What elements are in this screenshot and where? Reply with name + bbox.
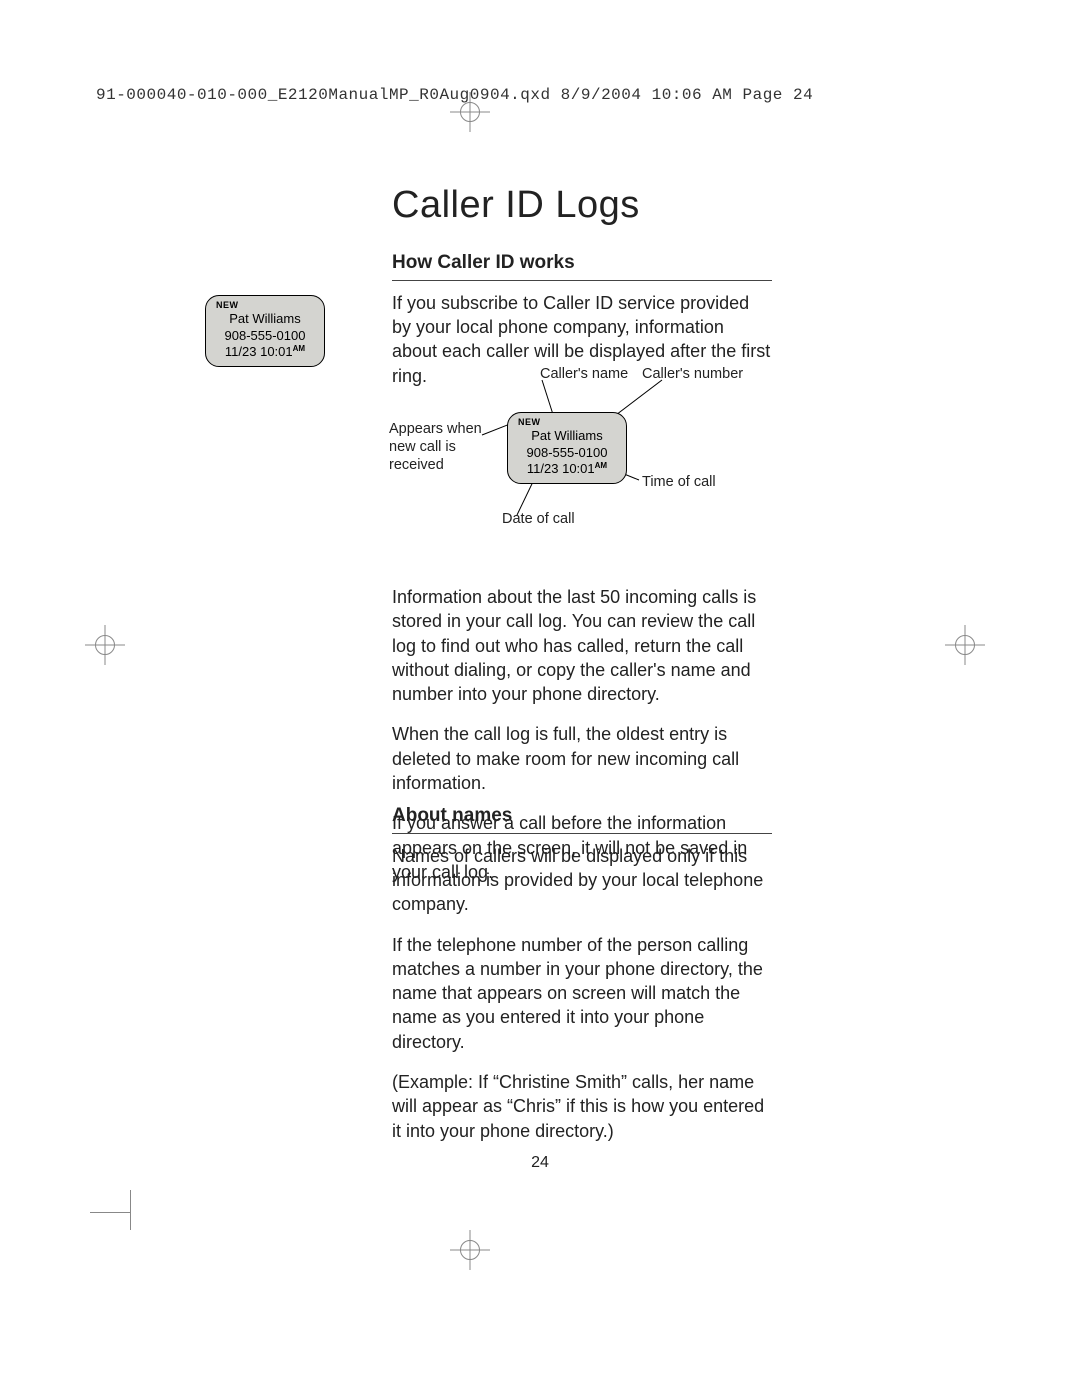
crop-mark [90, 1212, 130, 1213]
section-about-names: About names Names of callers will be dis… [392, 803, 772, 1159]
reg-mark-top [450, 92, 490, 132]
lcd-datetime: 11/23 10:01AM [518, 461, 616, 477]
page-title: Caller ID Logs [392, 180, 640, 231]
lcd-new-label: NEW [518, 417, 616, 428]
body-text: If the telephone number of the person ca… [392, 933, 772, 1054]
label-date-of-call: Date of call [502, 510, 575, 528]
body-text: Information about the last 50 incoming c… [392, 585, 772, 706]
lcd-name: Pat Williams [216, 311, 314, 327]
section-heading: About names [392, 803, 772, 834]
crop-mark [130, 1190, 131, 1230]
lcd-datetime: 11/23 10:01AM [216, 344, 314, 360]
lcd-number: 908-555-0100 [216, 328, 314, 344]
lcd-number: 908-555-0100 [518, 445, 616, 461]
section-heading: How Caller ID works [392, 250, 772, 281]
label-callers-number: Caller's number [642, 365, 743, 383]
body-text: Names of callers will be displayed only … [392, 844, 772, 917]
page-number: 24 [0, 1152, 1080, 1174]
label-callers-name: Caller's name [540, 365, 628, 383]
label-new-call: Appears when new call is received [389, 420, 489, 474]
body-text: (Example: If “Christine Smith” calls, he… [392, 1070, 772, 1143]
body-text: When the call log is full, the oldest en… [392, 722, 772, 795]
lcd-name: Pat Williams [518, 428, 616, 444]
reg-mark-bottom [450, 1230, 490, 1270]
reg-mark-left [85, 625, 125, 665]
lcd-display-side: NEW Pat Williams 908-555-0100 11/23 10:0… [205, 295, 325, 367]
reg-mark-right [945, 625, 985, 665]
lcd-new-label: NEW [216, 300, 314, 311]
label-time-of-call: Time of call [642, 473, 716, 491]
caller-id-diagram: Caller's name Caller's number Appears wh… [392, 365, 772, 545]
lcd-display-diagram: NEW Pat Williams 908-555-0100 11/23 10:0… [507, 412, 627, 484]
